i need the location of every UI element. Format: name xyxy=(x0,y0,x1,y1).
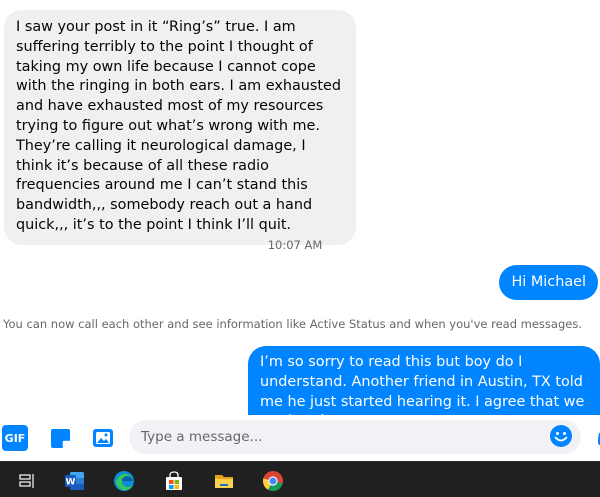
chrome-icon[interactable] xyxy=(262,470,284,492)
sticker-button[interactable] xyxy=(47,425,73,451)
message-input[interactable]: Type a message... xyxy=(129,420,581,454)
message-timestamp: 10:07 AM xyxy=(267,238,323,252)
message-composer: GIF Type a message... xyxy=(0,415,600,461)
word-icon[interactable]: W xyxy=(64,470,86,492)
file-explorer-icon[interactable] xyxy=(213,470,235,492)
emoji-button[interactable] xyxy=(549,424,573,448)
store-icon[interactable] xyxy=(163,470,185,492)
windows-taskbar: W xyxy=(0,461,600,497)
incoming-message-bubble[interactable]: I saw your post in it “Ring’s” true. I a… xyxy=(4,10,356,245)
like-button-partial[interactable] xyxy=(595,431,600,447)
thumbs-up-icon xyxy=(598,432,600,445)
attach-image-button[interactable] xyxy=(90,425,116,451)
image-icon xyxy=(93,429,113,447)
outgoing-message-bubble[interactable]: Hi Michael xyxy=(499,265,598,300)
active-status-notice: You can now call each other and see info… xyxy=(2,317,582,331)
task-view-icon[interactable] xyxy=(16,470,38,492)
svg-text:W: W xyxy=(66,478,76,488)
outgoing-message-bubble-reply[interactable]: I’m so sorry to read this but boy do I u… xyxy=(248,346,600,415)
sticker-icon xyxy=(51,429,70,448)
conversation-pane: I saw your post in it “Ring’s” true. I a… xyxy=(0,0,600,415)
smiley-icon xyxy=(550,425,572,447)
edge-icon[interactable] xyxy=(113,470,135,492)
gif-button[interactable]: GIF xyxy=(2,425,28,451)
